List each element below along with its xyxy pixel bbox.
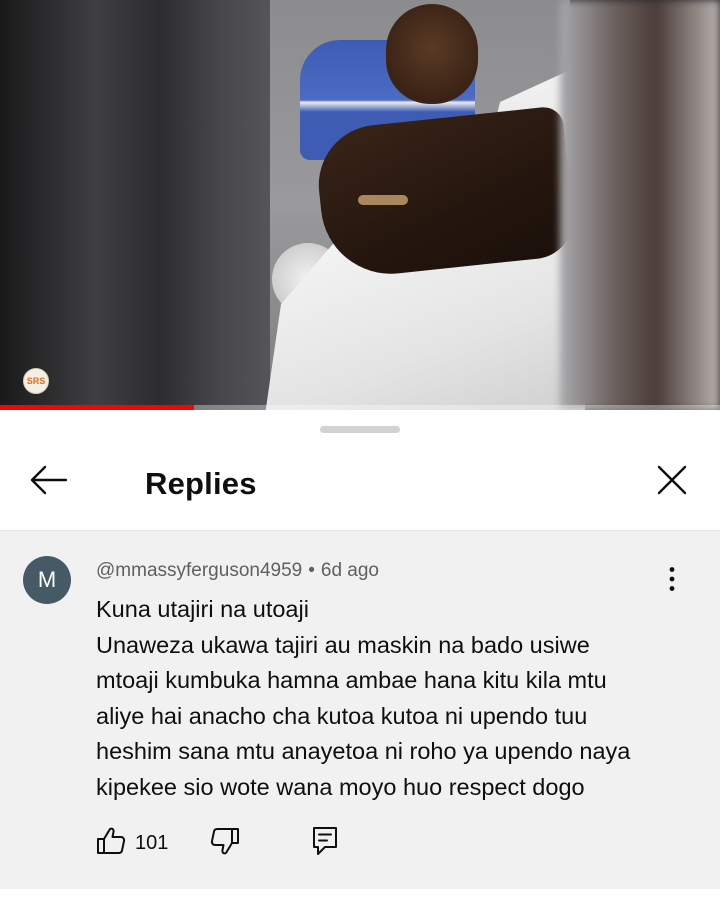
drag-handle[interactable] <box>320 426 400 433</box>
comment-meta: @mmassyferguson4959 • 6d ago <box>96 560 379 582</box>
sheet-header: Replies <box>0 440 720 530</box>
comment-line: aliye hai anacho cha kutoa kutoa ni upen… <box>96 702 588 729</box>
comment-body: Kuna utajiri na utoaji Unaweza ukawa taj… <box>96 592 696 805</box>
close-button[interactable] <box>648 462 696 502</box>
comment-line: Kuna utajiri na utoaji <box>96 596 309 622</box>
channel-watermark-logo: SRS <box>23 368 49 394</box>
thumbs-down-icon <box>210 827 240 860</box>
arrow-left-icon <box>28 464 68 501</box>
back-button[interactable] <box>22 462 74 502</box>
comment-author[interactable]: @mmassyferguson4959 <box>96 560 302 581</box>
thumbs-up-icon <box>96 827 126 860</box>
sheet-title: Replies <box>145 466 257 501</box>
reply-comment-icon <box>312 826 338 861</box>
like-count: 101 <box>135 831 169 854</box>
avatar[interactable]: M <box>23 556 71 604</box>
comment-time: 6d ago <box>320 560 379 581</box>
like-button[interactable]: 101 <box>96 821 168 865</box>
comment-actions: 101 <box>96 821 396 865</box>
dislike-button[interactable] <box>208 821 242 865</box>
close-icon <box>656 464 688 501</box>
meta-separator: • <box>308 560 315 581</box>
video-player[interactable]: SRS <box>0 0 720 410</box>
comment-line: heshim sana mtu anayetoa ni roho ya upen… <box>96 738 631 764</box>
comment-line: kipekee sio wote wana moyo huo respect d… <box>96 773 585 800</box>
comment-line: Unaweza ukawa tajiri au maskin na bado u… <box>96 631 590 658</box>
comment-thread-item: M @mmassyferguson4959 • 6d ago Kuna utajir… <box>0 531 720 889</box>
comment-line: mtoaji kumbuka hamna ambae hana kitu kil… <box>96 667 607 693</box>
reply-button[interactable] <box>308 821 342 865</box>
replies-sheet: Replies M @mmassyferguson4959 • 6d ago K… <box>0 410 720 906</box>
